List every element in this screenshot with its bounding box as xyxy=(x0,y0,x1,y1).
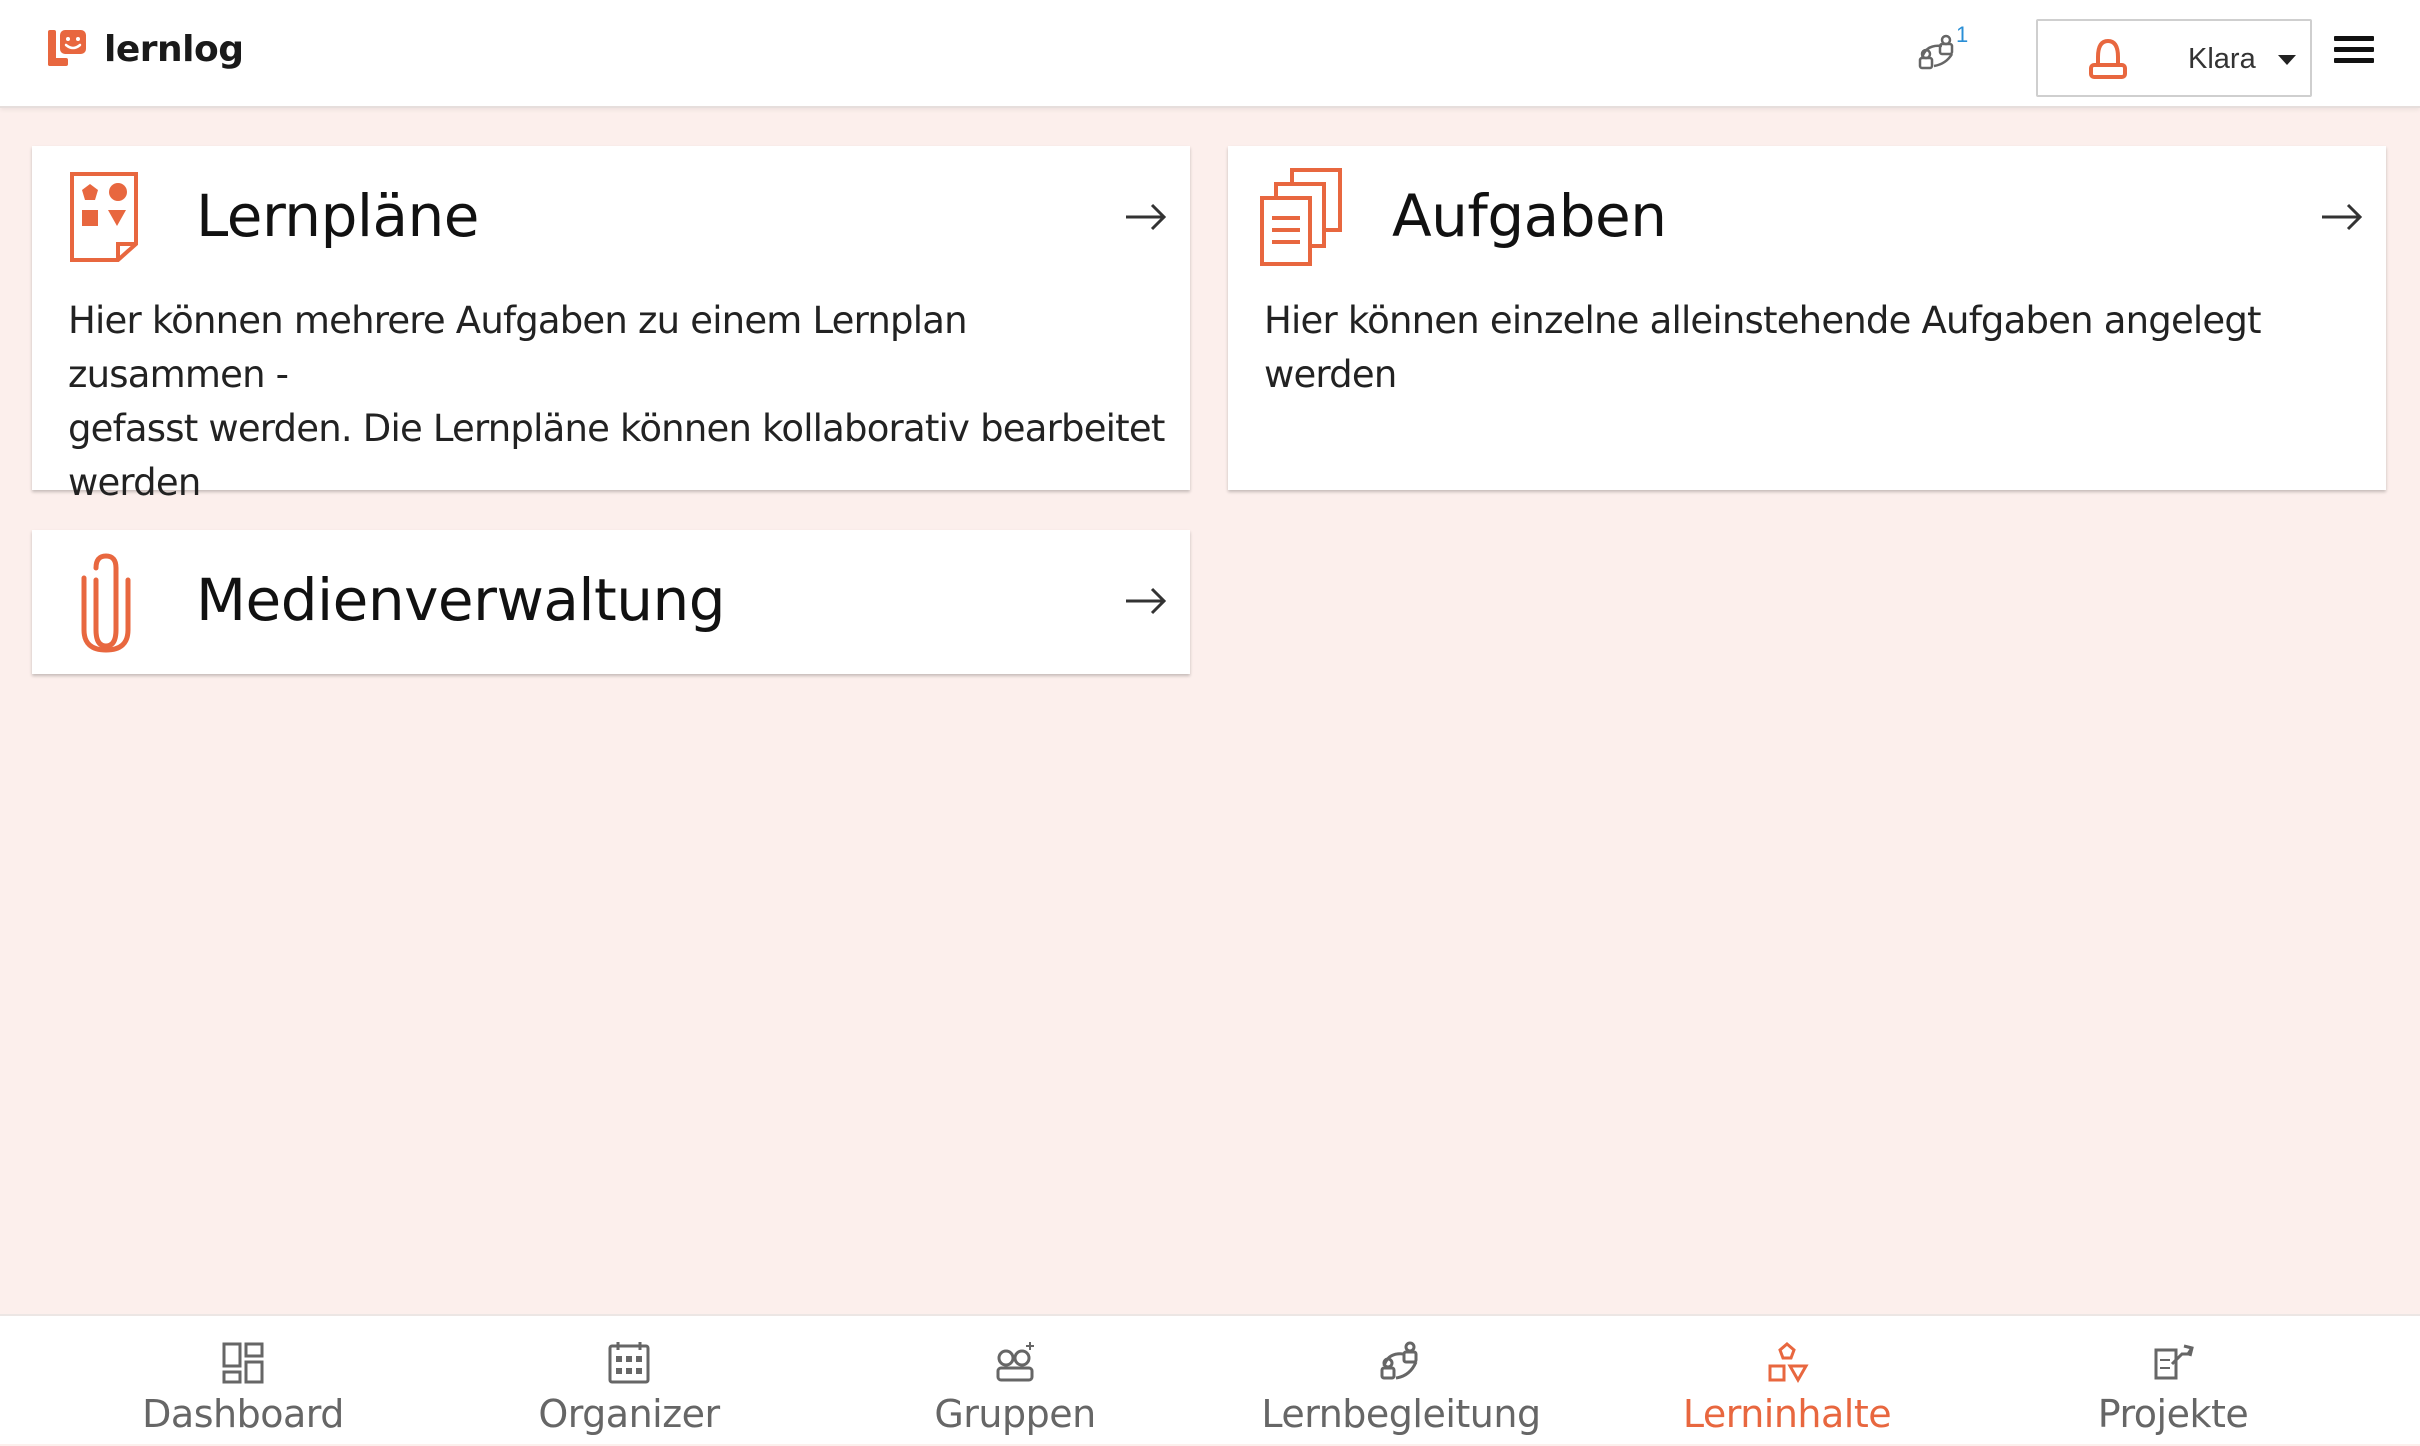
lernlog-logo-icon xyxy=(48,30,86,66)
mentoring-icon xyxy=(1380,1341,1418,1380)
nav-label: Lernbegleitung xyxy=(1261,1392,1541,1436)
learning-plan-icon xyxy=(70,172,138,262)
card-medienverwaltung[interactable]: Medienverwaltung xyxy=(32,530,1190,674)
nav-gruppen[interactable]: Gruppen xyxy=(820,1316,1210,1446)
user-name: Klara xyxy=(2188,43,2256,75)
card-description: Hier können einzelne alleinstehende Aufg… xyxy=(1264,294,2364,402)
description-line: werden xyxy=(68,461,201,504)
arrow-right-icon xyxy=(1126,203,1167,231)
chevron-down-icon xyxy=(2278,55,2296,65)
card-title: Medienverwaltung xyxy=(196,566,726,634)
menu-bar xyxy=(2334,36,2374,41)
description-line: Hier können mehrere Aufgaben zu einem Le… xyxy=(68,299,968,396)
description-line: gefasst werden. Die Lernpläne können kol… xyxy=(68,407,1165,450)
nav-projekte[interactable]: Projekte xyxy=(1978,1316,2368,1446)
dashboard-icon xyxy=(222,1342,264,1384)
calendar-icon xyxy=(608,1342,650,1384)
group-icon xyxy=(996,1342,1034,1382)
nav-label: Organizer xyxy=(538,1392,720,1436)
user-avatar-icon xyxy=(2089,38,2127,79)
menu-bar xyxy=(2334,58,2374,63)
menu-bar xyxy=(2334,47,2374,52)
card-description: Hier können mehrere Aufgaben zu einem Le… xyxy=(68,294,1168,510)
nav-organizer[interactable]: Organizer xyxy=(434,1316,824,1446)
description-line: Hier können einzelne alleinstehende Aufg… xyxy=(1264,299,2262,396)
card-title: Lernpläne xyxy=(196,182,479,250)
nav-label: Projekte xyxy=(2097,1392,2249,1436)
bottom-navigation: Dashboard Organizer Gruppen Lernbegleitu… xyxy=(0,1314,2420,1444)
arrow-right-icon xyxy=(1126,587,1167,615)
arrow-right-icon xyxy=(2322,203,2363,231)
notification-count: 1 xyxy=(1956,22,1969,47)
nav-label: Gruppen xyxy=(934,1392,1096,1436)
top-bar: lernlog 1 Klara xyxy=(0,0,2420,108)
tasks-documents-icon xyxy=(1260,168,1342,266)
nav-lernbegleitung[interactable]: Lernbegleitung xyxy=(1206,1316,1596,1446)
card-lernplaene[interactable]: Lernpläne Hier können mehrere Aufgaben z… xyxy=(32,146,1190,504)
app-logo[interactable]: lernlog xyxy=(46,28,244,70)
card-title: Aufgaben xyxy=(1392,182,1667,250)
user-menu-dropdown[interactable]: Klara xyxy=(2036,19,2312,97)
nav-label: Lerninhalte xyxy=(1682,1392,1892,1436)
mentoring-notification-icon xyxy=(1918,34,1954,70)
nav-label: Dashboard xyxy=(142,1392,344,1436)
nav-dashboard[interactable]: Dashboard xyxy=(48,1316,438,1446)
card-aufgaben[interactable]: Aufgaben Hier können einzelne alleinsteh… xyxy=(1228,146,2386,490)
shapes-icon xyxy=(1768,1342,1809,1384)
project-icon xyxy=(2154,1344,2194,1380)
nav-lerninhalte[interactable]: Lerninhalte xyxy=(1592,1316,1982,1446)
notifications-button[interactable]: 1 xyxy=(1910,22,1972,82)
app-name: lernlog xyxy=(104,28,244,70)
paperclip-icon xyxy=(81,553,131,653)
hamburger-menu-button[interactable] xyxy=(2334,36,2374,68)
